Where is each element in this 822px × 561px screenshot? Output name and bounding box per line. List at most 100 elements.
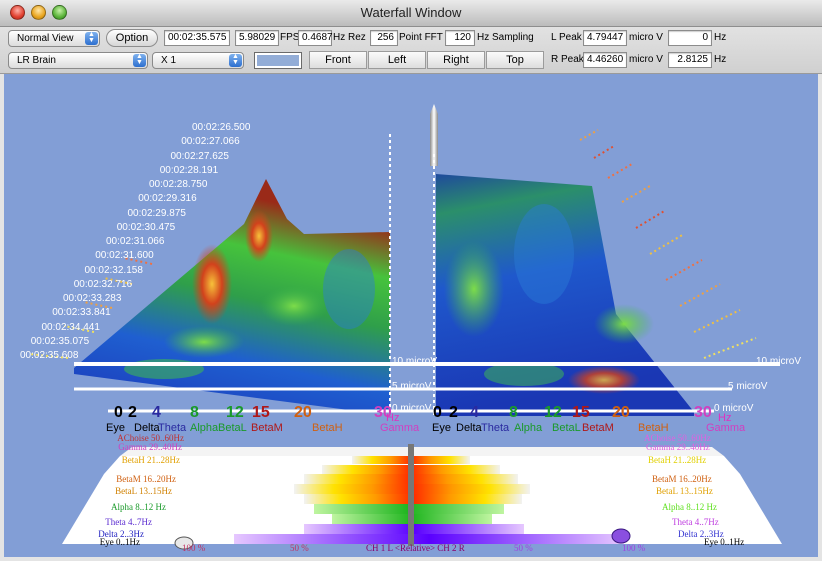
l-peak-unit: micro V <box>629 32 663 43</box>
freq-tick-right: 12 <box>544 404 562 421</box>
band-row-label-right: BetaL 13..15Hz <box>656 486 713 496</box>
freq-tick-right: 15 <box>572 404 590 421</box>
hz-rez-field[interactable]: 0.4687 <box>298 30 333 46</box>
sampling-label: Hz Sampling <box>477 32 534 43</box>
freq-tick-right: 8 <box>509 404 518 421</box>
hz-rez-label: Hz Rez <box>333 32 366 43</box>
freq-tick-right: 4 <box>470 404 479 421</box>
view-mode-value: Normal View <box>17 33 74 44</box>
l-hz-field[interactable]: 0 <box>668 30 712 46</box>
freq-tick-left: 12 <box>226 404 244 421</box>
time-label: 00:02:27.625 <box>170 150 229 162</box>
color-swatch[interactable] <box>254 52 302 69</box>
band-name-left: BetaL <box>218 422 247 434</box>
band-name-left: Alpha <box>190 422 219 434</box>
band-row-label-right: Gamma 29..40Hz <box>646 442 710 452</box>
amplitude-label-5-left: 5 microV <box>392 381 432 392</box>
time-label: 00:02:35.075 <box>30 335 90 347</box>
fps-label: FPS <box>280 32 300 43</box>
toolbar: Normal View ▲ ▼ Option 00:02:35.575 5.980… <box>0 27 822 74</box>
freq-tick-right: 20 <box>612 404 630 421</box>
title-bar: Waterfall Window <box>0 0 822 27</box>
right-channel-surface <box>436 174 694 416</box>
l-hz-unit: Hz <box>714 32 727 43</box>
time-label: 00:02:32.158 <box>84 264 143 276</box>
band-row-label-right: BetaM 16..20Hz <box>652 474 712 484</box>
time-label: 00:02:31.600 <box>95 250 154 262</box>
amplitude-label-10-left: 10 microV <box>392 356 438 367</box>
waterfall-scene <box>28 104 782 550</box>
time-label: 00:02:27.066 <box>181 136 240 148</box>
bottom-scale-label: 50 % <box>290 543 309 553</box>
window-title: Waterfall Window <box>360 5 462 20</box>
scale-value: X 1 <box>161 55 177 66</box>
band-row-label-left: BetaL 13..15Hz <box>115 486 172 496</box>
sampling-field[interactable]: 120 <box>445 30 475 46</box>
freq-tick-left: 4 <box>152 404 161 421</box>
band-row-label-left: BetaM 16..20Hz <box>116 474 176 484</box>
bottom-scale-label: 100 % <box>182 543 206 553</box>
freq-tick-right: 0 <box>433 404 442 421</box>
band-row-label-left: Gamma 29..40Hz <box>118 442 182 452</box>
bottom-scale-label: CH 1 L <Relative> CH 2 R <box>366 543 465 553</box>
popup-arrows-icon: ▲ ▼ <box>85 31 98 45</box>
freq-tick-left: 2 <box>128 404 137 421</box>
front-button[interactable]: Front <box>309 51 367 69</box>
freq-tick-right: 30 <box>694 404 712 421</box>
band-row-label-left: Eye 0..1Hz <box>99 537 140 547</box>
option-button[interactable]: Option <box>106 29 158 47</box>
amplitude-label-10-right: 10 microV <box>756 356 802 367</box>
r-hz-unit: Hz <box>714 54 727 65</box>
r-hz-field[interactable]: 2.8125 <box>668 52 712 68</box>
freq-tick-right: 2 <box>449 404 458 421</box>
band-name-right: Gamma <box>706 422 746 434</box>
band-row-label-right: BetaH 21..28Hz <box>648 455 707 465</box>
r-peak-unit: micro V <box>629 54 663 65</box>
band-name-right: Alpha <box>514 422 543 434</box>
band-row-label-left: BetaH 21..28Hz <box>121 455 180 465</box>
scale-select[interactable]: X 1 ▲ ▼ <box>152 52 244 69</box>
time-label: 00:02:30.475 <box>116 221 176 233</box>
time-field[interactable]: 00:02:35.575 <box>164 30 230 46</box>
popup-arrows-icon: ▲ ▼ <box>133 53 146 67</box>
left-channel-surface <box>74 179 390 412</box>
time-label: 00:02:32.716 <box>73 278 133 290</box>
left-button[interactable]: Left <box>368 51 426 69</box>
waterfall-3d-view[interactable]: 00:02:26.500 00:02:27.066 00:02:27.625 00:0… <box>4 74 818 557</box>
time-label: 00:02:31.066 <box>106 236 165 247</box>
l-peak-label: L Peak <box>551 32 582 43</box>
freq-tick-left: 20 <box>294 404 312 421</box>
time-label: 00:02:29.316 <box>138 193 197 205</box>
time-label: 00:02:28.750 <box>149 179 208 190</box>
band-row-label-right: Eye 0..1Hz <box>704 537 745 547</box>
band-row-label-right: Theta 4..7Hz <box>672 517 719 527</box>
montage-select[interactable]: LR Brain ▲ ▼ <box>8 52 148 69</box>
popup-arrows-icon: ▲ ▼ <box>229 53 242 67</box>
time-label: 00:02:34.441 <box>41 321 100 333</box>
amplitude-label-5-right: 5 microV <box>728 381 768 392</box>
right-button[interactable]: Right <box>427 51 485 69</box>
l-peak-field[interactable]: 4.79447 <box>583 30 627 46</box>
fft-label: Point FFT <box>399 32 443 43</box>
r-peak-field[interactable]: 4.46260 <box>583 52 627 68</box>
band-name-left: Gamma <box>380 422 420 434</box>
band-name-right: BetaL <box>552 422 581 434</box>
band-name-right: Delta <box>456 422 482 434</box>
freq-tick-left: 0 <box>114 404 123 421</box>
time-label: 00:02:29.875 <box>127 207 186 219</box>
montage-value: LR Brain <box>17 55 56 66</box>
time-label: 00:02:26.500 <box>192 122 251 133</box>
top-button[interactable]: Top <box>486 51 544 69</box>
fps-field[interactable]: 5.98029 <box>235 30 279 46</box>
view-mode-select[interactable]: Normal View ▲ ▼ <box>8 30 100 47</box>
freq-tick-left: 15 <box>252 404 270 421</box>
time-label: 00:02:28.191 <box>159 164 219 176</box>
bottom-scale-label: 100 % <box>622 543 646 553</box>
r-peak-label: R Peak <box>551 54 584 65</box>
waterfall-window: Waterfall Window Normal View ▲ ▼ Option 0… <box>0 0 822 561</box>
time-label: 00:02:33.283 <box>63 293 122 304</box>
time-label: 00:02:35.608 <box>20 350 79 361</box>
band-name-right: BetaM <box>582 422 614 434</box>
fft-points-field[interactable]: 256 <box>370 30 398 46</box>
freq-tick-left: 8 <box>190 404 199 421</box>
